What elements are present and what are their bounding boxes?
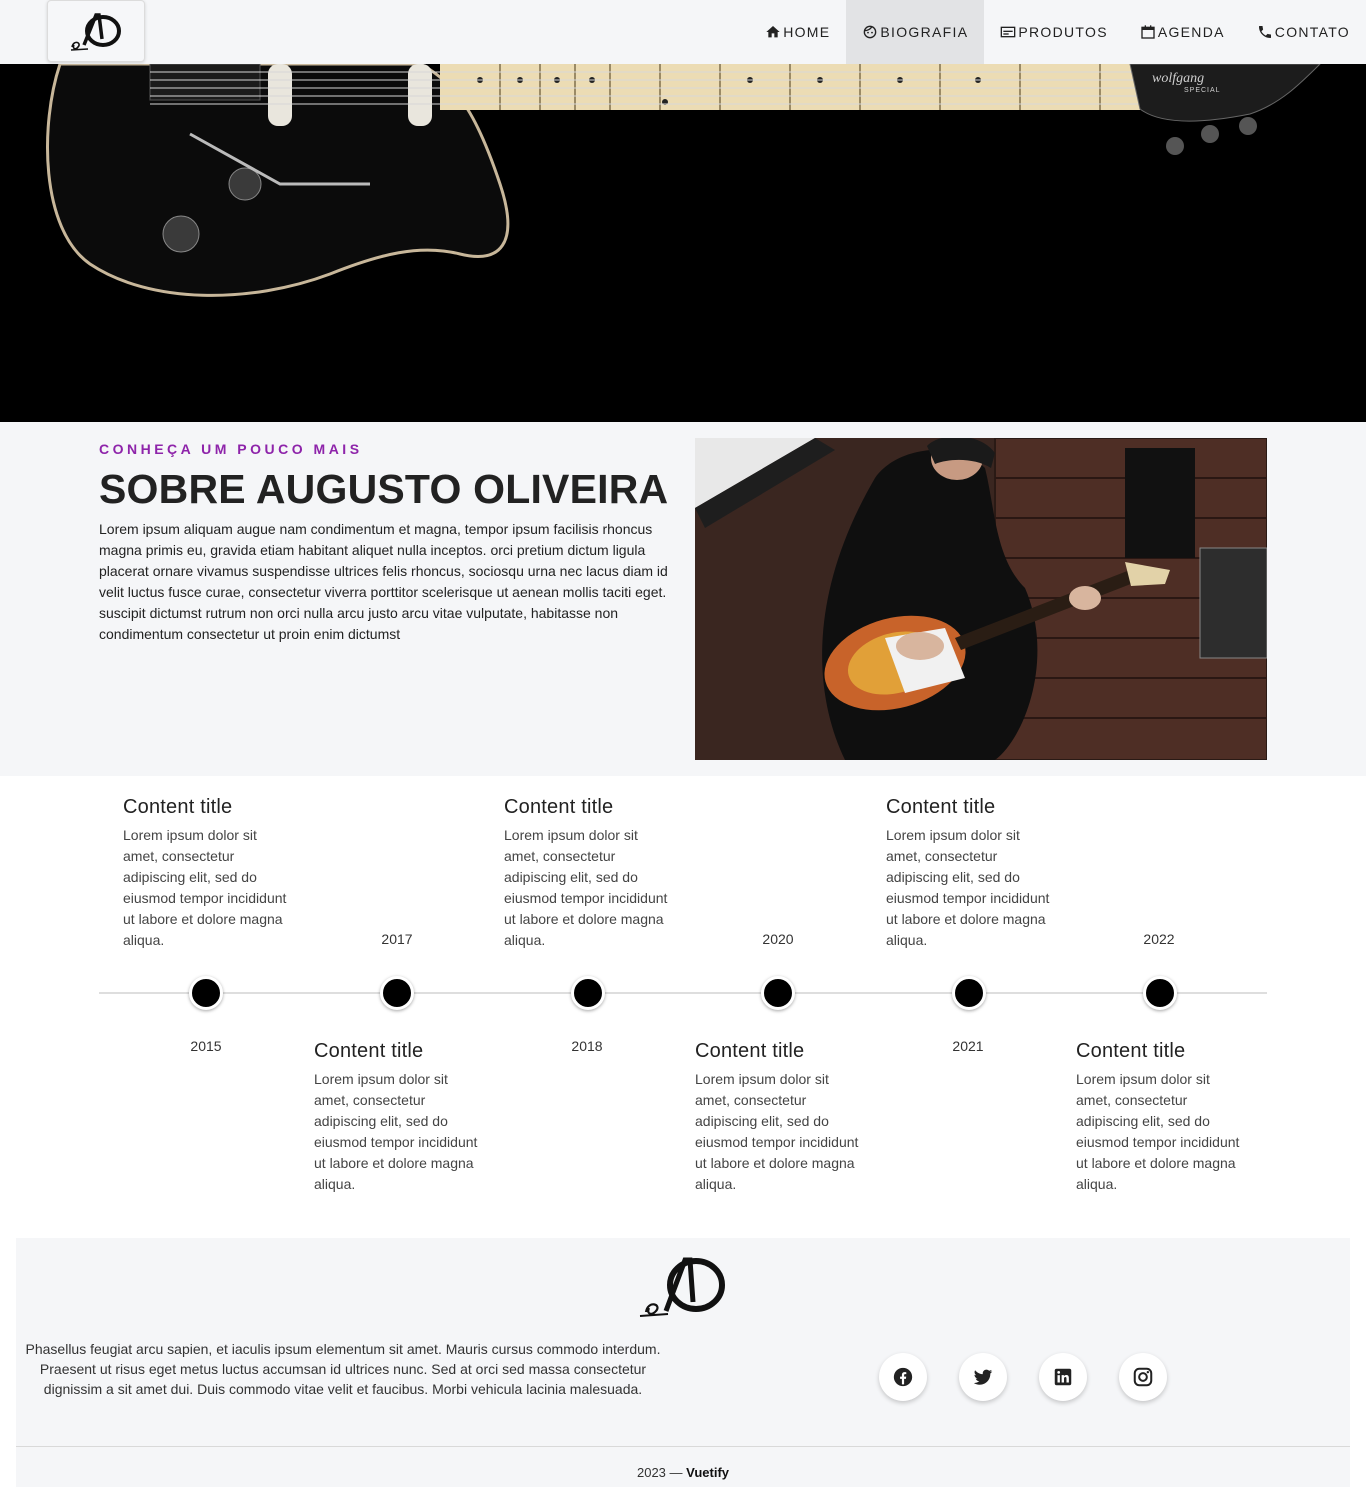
main-nav: HOME BIOGRAFIA PRODUTOS AGENDA CONTATO bbox=[749, 0, 1366, 64]
timeline-card: Content title Lorem ipsum dolor sit amet… bbox=[1076, 1040, 1246, 1195]
face-icon bbox=[864, 25, 877, 39]
about-photo bbox=[695, 438, 1267, 760]
musician-photo bbox=[695, 438, 1267, 760]
timeline-card-title: Content title bbox=[695, 1040, 805, 1062]
linkedin-button[interactable] bbox=[1039, 1353, 1087, 1401]
copyright-year: 2023 bbox=[636, 1465, 666, 1480]
about-eyebrow: CONHEÇA UM POUCO MAIS bbox=[99, 441, 363, 457]
timeline-card: Content title Lorem ipsum dolor sit amet… bbox=[504, 796, 674, 951]
guitar-model-text: SPECIAL bbox=[1184, 87, 1221, 94]
timeline-card-text: Lorem ipsum dolor sit amet, consectetur … bbox=[123, 827, 287, 948]
twitter-button[interactable] bbox=[959, 1353, 1007, 1401]
timeline-card-title: Content title bbox=[504, 796, 614, 818]
guitar-brand-text: wolfgang bbox=[1152, 71, 1204, 86]
timeline-card: Content title Lorem ipsum dolor sit amet… bbox=[886, 796, 1056, 951]
facebook-icon bbox=[893, 1367, 913, 1387]
about-text: Lorem ipsum aliquam augue nam condimentu… bbox=[99, 521, 668, 642]
timeline-dot-2021 bbox=[952, 976, 986, 1010]
timeline-dot-2022 bbox=[1143, 976, 1177, 1010]
about-title: SOBRE AUGUSTO OLIVEIRA bbox=[99, 466, 669, 512]
nav-biografia-label: BIOGRAFIA bbox=[880, 24, 969, 40]
timeline-card-text: Lorem ipsum dolor sit amet, consectetur … bbox=[504, 827, 668, 948]
logo-button[interactable] bbox=[47, 0, 145, 62]
timeline-card-title: Content title bbox=[886, 796, 996, 818]
timeline-card-title: Content title bbox=[1076, 1040, 1186, 1062]
timeline-section: 2015 2017 2018 2020 2021 2022 Content ti… bbox=[0, 776, 1366, 1238]
timeline-year: 2017 bbox=[381, 931, 413, 947]
timeline-year: 2015 bbox=[190, 1038, 222, 1054]
footer-text: Phasellus feugiat arcu sapien, et iaculi… bbox=[25, 1341, 661, 1397]
timeline-card: Content title Lorem ipsum dolor sit amet… bbox=[314, 1040, 484, 1195]
phone-icon bbox=[1258, 26, 1271, 38]
nav-home[interactable]: HOME bbox=[749, 0, 846, 64]
timeline-card-text: Lorem ipsum dolor sit amet, consectetur … bbox=[1076, 1071, 1240, 1192]
guitar-image: wolfgang SPECIAL bbox=[46, 64, 1321, 297]
top-app-bar: HOME BIOGRAFIA PRODUTOS AGENDA CONTATO bbox=[0, 0, 1366, 64]
instagram-button[interactable] bbox=[1119, 1353, 1167, 1401]
timeline-year: 2020 bbox=[762, 931, 794, 947]
nav-contato-label: CONTATO bbox=[1274, 24, 1350, 40]
nav-produtos-label: PRODUTOS bbox=[1018, 24, 1108, 40]
timeline-dot-2020 bbox=[761, 976, 795, 1010]
timeline-line bbox=[99, 992, 1267, 994]
timeline-card-text: Lorem ipsum dolor sit amet, consectetur … bbox=[886, 827, 1050, 948]
footer-logo-icon bbox=[639, 1257, 725, 1317]
nav-contato[interactable]: CONTATO bbox=[1241, 0, 1366, 64]
timeline-card-text: Lorem ipsum dolor sit amet, consectetur … bbox=[314, 1071, 478, 1192]
about-section: CONHEÇA UM POUCO MAIS SOBRE AUGUSTO OLIV… bbox=[0, 422, 1366, 776]
nav-produtos[interactable]: PRODUTOS bbox=[984, 0, 1124, 64]
timeline-dot-2015 bbox=[189, 976, 223, 1010]
linkedin-icon bbox=[1054, 1368, 1072, 1386]
copyright-separator: — bbox=[669, 1465, 683, 1480]
nav-agenda[interactable]: AGENDA bbox=[1124, 0, 1241, 64]
home-icon bbox=[766, 26, 780, 38]
nav-home-label: HOME bbox=[783, 24, 831, 40]
facebook-button[interactable] bbox=[879, 1353, 927, 1401]
timeline-year: 2018 bbox=[571, 1038, 603, 1054]
ao-logo-icon bbox=[70, 13, 121, 51]
hero-banner: wolfgang SPECIAL bbox=[0, 64, 1366, 422]
copyright-brand: Vuetify bbox=[686, 1465, 730, 1480]
footer: Phasellus feugiat arcu sapien, et iaculi… bbox=[16, 1238, 1350, 1487]
timeline-year: 2022 bbox=[1143, 931, 1175, 947]
copyright: 2023 — Vuetify bbox=[16, 1465, 1350, 1480]
timeline-card-title: Content title bbox=[314, 1040, 424, 1062]
card-icon bbox=[1001, 26, 1016, 38]
nav-biografia[interactable]: BIOGRAFIA bbox=[846, 0, 985, 64]
instagram-icon bbox=[1133, 1367, 1153, 1387]
timeline-year: 2021 bbox=[952, 1038, 984, 1054]
timeline-card-text: Lorem ipsum dolor sit amet, consectetur … bbox=[695, 1071, 859, 1192]
timeline-dot-2017 bbox=[380, 976, 414, 1010]
calendar-icon bbox=[1141, 25, 1155, 39]
timeline-card: Content title Lorem ipsum dolor sit amet… bbox=[123, 796, 293, 951]
timeline-card: Content title Lorem ipsum dolor sit amet… bbox=[695, 1040, 865, 1195]
twitter-icon bbox=[973, 1369, 993, 1385]
nav-agenda-label: AGENDA bbox=[1157, 24, 1225, 40]
timeline-dot-2018 bbox=[571, 976, 605, 1010]
timeline-card-title: Content title bbox=[123, 796, 233, 818]
footer-divider bbox=[16, 1446, 1350, 1447]
